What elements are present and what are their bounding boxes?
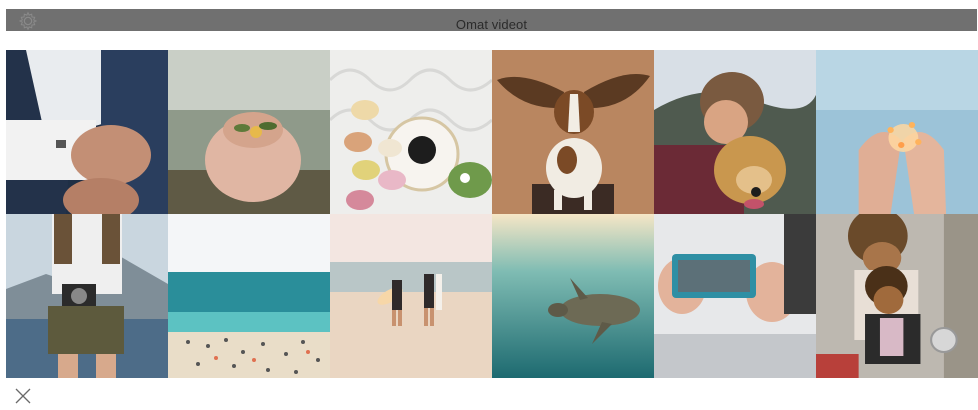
video-thumbnail-macarons-coffee[interactable] (330, 50, 492, 214)
video-grid (6, 50, 978, 378)
video-thumbnail-surfers[interactable] (330, 214, 492, 378)
video-thumbnail-fairy-lights[interactable] (816, 50, 978, 214)
video-thumbnail-hands-flower[interactable] (168, 50, 330, 214)
video-thumbnail-crowded-beach[interactable] (168, 214, 330, 378)
video-thumbnail-mother-daughter[interactable] (816, 214, 978, 378)
title-bar: Omat videot (6, 9, 977, 32)
video-thumbnail-phone-photo[interactable] (654, 214, 816, 378)
video-thumbnail-man-dog[interactable] (654, 50, 816, 214)
window-title: Omat videot (455, 17, 528, 32)
close-icon[interactable] (14, 387, 32, 405)
video-thumbnail-dog-ears[interactable] (492, 50, 654, 214)
video-thumbnail-suit-cufflinks[interactable] (6, 50, 168, 214)
gear-icon[interactable] (17, 10, 39, 32)
video-thumbnail-sea-turtle[interactable] (492, 214, 654, 378)
video-thumbnail-woman-camera[interactable] (6, 214, 168, 378)
